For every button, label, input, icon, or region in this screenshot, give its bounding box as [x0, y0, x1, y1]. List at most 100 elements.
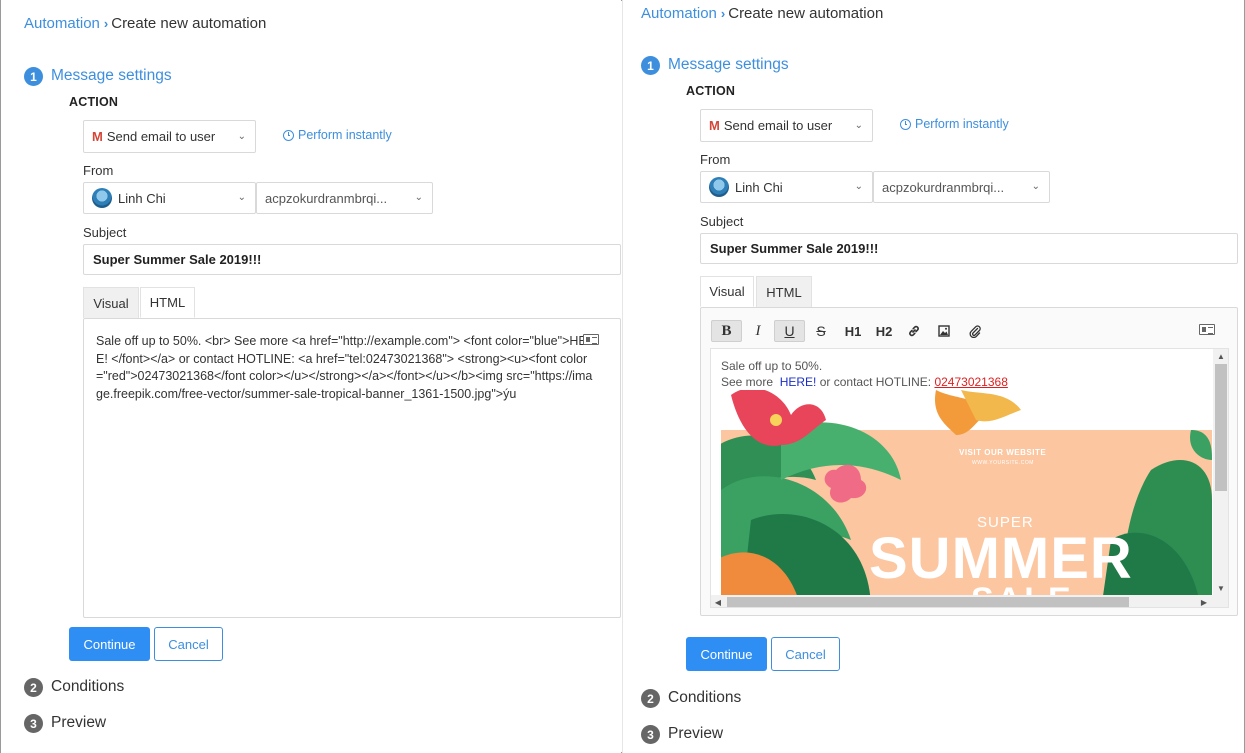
contact-card-icon[interactable]	[1199, 324, 1215, 335]
clock-icon	[283, 129, 294, 141]
hotline-link[interactable]: 02473021368	[934, 375, 1007, 389]
step-2-title[interactable]: Conditions	[51, 678, 124, 696]
action-channel-select[interactable]: M Send email to user ⌄	[83, 120, 256, 153]
formatting-toolbar: B I U S H1 H2	[711, 320, 1001, 342]
italic-button[interactable]: I	[744, 320, 772, 342]
html-source-editor[interactable]: Sale off up to 50%. <br> See more <a hre…	[83, 318, 621, 618]
breadcrumb: Automation › Create new automation	[24, 15, 266, 32]
action-channel-value: Send email to user	[723, 118, 833, 133]
heading-1-button[interactable]: H1	[838, 320, 868, 342]
from-email-select[interactable]: acpzokurdranmbrqi... ⌄	[256, 182, 433, 214]
attachment-icon[interactable]	[962, 320, 988, 342]
perform-instantly-label: Perform instantly	[915, 117, 1009, 131]
chevron-right-icon: ›	[103, 16, 109, 31]
clock-icon	[900, 118, 911, 130]
breadcrumb-current: Create new automation	[728, 5, 884, 22]
avatar	[709, 177, 729, 197]
perform-instantly-link[interactable]: Perform instantly	[283, 128, 392, 142]
perform-instantly-link[interactable]: Perform instantly	[900, 117, 1009, 131]
subject-label: Subject	[700, 214, 744, 229]
subject-input[interactable]: Super Summer Sale 2019!!!	[700, 233, 1238, 264]
gmail-icon: M	[709, 118, 720, 133]
right-panel-visual-mode: Automation › Create new automation 1 Messa…	[622, 0, 1244, 753]
preview-line-1: Sale off up to 50%.	[721, 359, 823, 373]
see-more-text: See more	[721, 375, 774, 389]
chevron-down-icon: ⌄	[237, 130, 246, 142]
scroll-down-icon[interactable]: ▼	[1213, 581, 1228, 595]
breadcrumb-current: Create new automation	[111, 15, 267, 32]
paperclip-icon-glyph	[969, 325, 981, 338]
summer-sale-banner-image: VISIT OUR WEBSITE WWW.YOURSITE.COM SUPER…	[721, 390, 1212, 607]
step-2-number: 2	[641, 689, 660, 708]
step-2-title[interactable]: Conditions	[668, 689, 741, 707]
step-3-title[interactable]: Preview	[668, 725, 723, 743]
visual-editor: B I U S H1 H2 Sale off up to 50%. See mo…	[700, 307, 1238, 616]
step-3-number: 3	[641, 725, 660, 744]
chevron-down-icon: ⌄	[414, 192, 423, 203]
cancel-button[interactable]: Cancel	[154, 627, 223, 661]
contact-text: or contact HOTLINE:	[819, 375, 932, 389]
action-heading: ACTION	[69, 95, 119, 109]
from-sender-name: Linh Chi	[735, 179, 783, 195]
from-label: From	[700, 152, 731, 167]
scroll-left-icon[interactable]: ◀	[711, 595, 725, 607]
link-icon[interactable]	[901, 320, 927, 342]
horizontal-scroll-thumb[interactable]	[727, 597, 1129, 607]
link-icon-glyph	[909, 325, 919, 337]
html-source-text: Sale off up to 50%. <br> See more <a hre…	[96, 334, 596, 401]
tab-html[interactable]: HTML	[140, 287, 195, 318]
action-channel-select[interactable]: M Send email to user ⌄	[700, 109, 873, 142]
from-email-select[interactable]: acpzokurdranmbrqi... ⌄	[873, 171, 1050, 203]
horizontal-scrollbar[interactable]: ◀ ▶	[711, 595, 1228, 607]
bold-button[interactable]: B	[711, 320, 742, 342]
from-email-value: acpzokurdranmbrqi...	[265, 190, 388, 206]
chevron-down-icon: ⌄	[854, 181, 863, 192]
scroll-right-icon[interactable]: ▶	[1197, 595, 1211, 607]
from-label: From	[83, 163, 114, 178]
underline-button[interactable]: U	[774, 320, 805, 342]
step-1-title[interactable]: Message settings	[51, 67, 172, 85]
action-channel-value: Send email to user	[106, 129, 216, 144]
from-sender-name: Linh Chi	[118, 190, 166, 206]
tab-html[interactable]: HTML	[756, 276, 812, 307]
contact-card-icon[interactable]	[583, 334, 599, 345]
from-sender-select[interactable]: Linh Chi ⌄	[700, 171, 873, 203]
image-icon-glyph	[938, 325, 950, 337]
step-1-number: 1	[641, 56, 660, 75]
preview-line-2: See more HERE! or contact HOTLINE: 02473…	[721, 374, 1201, 390]
tab-visual[interactable]: Visual	[700, 276, 754, 307]
step-1-number: 1	[24, 67, 43, 86]
step-3-title[interactable]: Preview	[51, 714, 106, 732]
breadcrumb-link-automation[interactable]: Automation	[24, 15, 100, 32]
strikethrough-button[interactable]: S	[807, 320, 835, 342]
left-panel-html-mode: Automation › Create new automation 1 Messa…	[1, 0, 621, 753]
visual-content-area[interactable]: Sale off up to 50%. See more HERE! or co…	[710, 348, 1229, 608]
from-email-value: acpzokurdranmbrqi...	[882, 179, 1005, 195]
action-heading: ACTION	[686, 84, 736, 98]
here-link[interactable]: HERE!	[780, 375, 817, 389]
email-editor: Visual HTML B I U S H1 H2 Sale off up to…	[700, 276, 1238, 625]
vertical-scroll-thumb[interactable]	[1215, 364, 1227, 491]
continue-button[interactable]: Continue	[69, 627, 150, 661]
avatar	[92, 188, 112, 208]
tab-visual[interactable]: Visual	[83, 287, 139, 318]
continue-button[interactable]: Continue	[686, 637, 767, 671]
breadcrumb-link-automation[interactable]: Automation	[641, 5, 717, 22]
perform-instantly-label: Perform instantly	[298, 128, 392, 142]
chevron-right-icon: ›	[720, 6, 726, 21]
step-1-title[interactable]: Message settings	[668, 56, 789, 74]
step-3-number: 3	[24, 714, 43, 733]
scroll-up-icon[interactable]: ▲	[1213, 349, 1228, 363]
subject-input[interactable]: Super Summer Sale 2019!!!	[83, 244, 621, 275]
chevron-down-icon: ⌄	[854, 119, 863, 131]
from-sender-select[interactable]: Linh Chi ⌄	[83, 182, 256, 214]
chevron-down-icon: ⌄	[237, 192, 246, 203]
cancel-button[interactable]: Cancel	[771, 637, 840, 671]
heading-2-button[interactable]: H2	[869, 320, 899, 342]
vertical-scrollbar[interactable]: ▲ ▼	[1213, 349, 1228, 595]
banner-url-text: WWW.YOURSITE.COM	[972, 460, 1034, 466]
image-icon[interactable]	[931, 320, 957, 342]
breadcrumb: Automation › Create new automation	[641, 5, 883, 22]
step-2-number: 2	[24, 678, 43, 697]
banner-summer-text: SUMMER	[869, 526, 1133, 591]
